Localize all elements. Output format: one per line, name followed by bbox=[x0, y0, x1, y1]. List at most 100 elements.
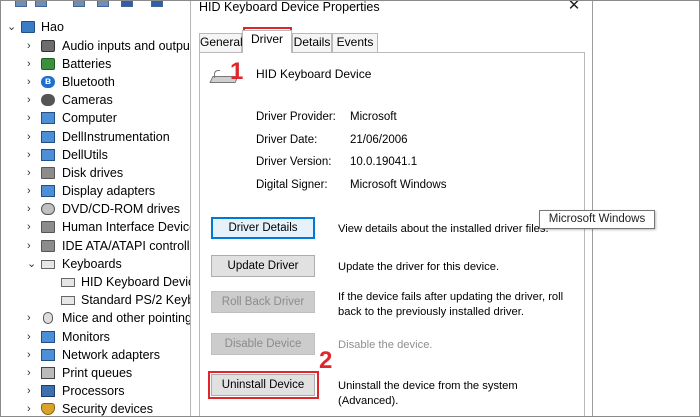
tree-item-print-queues[interactable]: › Print queues bbox=[1, 364, 190, 382]
device-tree: ⌄ Hao › Audio inputs and outputs › Batte… bbox=[0, 0, 190, 417]
speaker-icon bbox=[41, 40, 55, 52]
driver-date-value: 21/06/2006 bbox=[350, 134, 408, 146]
tab-driver[interactable]: Driver bbox=[242, 30, 292, 53]
dialog-titlebar[interactable]: HID Keyboard Device Properties ✕ bbox=[191, 0, 592, 17]
toolbar-icon[interactable] bbox=[151, 1, 163, 7]
driver-provider-label: Driver Provider: bbox=[256, 111, 336, 123]
tree-item-dellinstrumentation[interactable]: › DellInstrumentation bbox=[1, 128, 190, 146]
computer-icon bbox=[41, 112, 55, 124]
tree-item-dvd[interactable]: › DVD/CD-ROM drives bbox=[1, 200, 190, 218]
processor-icon bbox=[41, 385, 55, 397]
chevron-right-icon[interactable]: › bbox=[27, 220, 37, 234]
roll-back-driver-button[interactable]: Roll Back Driver bbox=[211, 291, 315, 313]
chevron-right-icon[interactable]: › bbox=[27, 366, 37, 380]
tab-events[interactable]: Events bbox=[332, 33, 378, 52]
tree-item-audio[interactable]: › Audio inputs and outputs bbox=[1, 37, 190, 55]
tree-item-hid-keyboard[interactable]: HID Keyboard Device bbox=[1, 273, 190, 291]
chevron-right-icon[interactable]: › bbox=[27, 402, 37, 416]
tree-item-keyboards[interactable]: ⌄ Keyboards bbox=[1, 255, 190, 273]
device-name: HID Keyboard Device bbox=[256, 67, 372, 81]
keyboard-icon bbox=[61, 296, 75, 305]
dvd-icon bbox=[41, 203, 55, 215]
chevron-right-icon[interactable]: › bbox=[27, 166, 37, 180]
tree-item-display-adapters[interactable]: › Display adapters bbox=[1, 182, 190, 200]
step-number-1: 1 bbox=[230, 58, 244, 85]
toolbar-strip bbox=[1, 1, 190, 11]
chevron-down-icon[interactable]: ⌄ bbox=[27, 257, 37, 271]
chevron-right-icon[interactable]: › bbox=[27, 384, 37, 398]
disable-device-button[interactable]: Disable Device bbox=[211, 333, 315, 355]
mouse-icon bbox=[43, 312, 53, 324]
chevron-right-icon[interactable]: › bbox=[27, 330, 37, 344]
computer-icon bbox=[21, 21, 35, 33]
driver-version-value: 10.0.19041.1 bbox=[350, 156, 418, 168]
toolbar-icon[interactable] bbox=[97, 1, 109, 7]
monitor-icon bbox=[41, 131, 55, 143]
tab-details[interactable]: Details bbox=[292, 33, 332, 52]
ide-icon bbox=[41, 240, 55, 252]
chevron-right-icon[interactable]: › bbox=[27, 93, 37, 107]
hid-icon bbox=[41, 221, 55, 233]
keyboard-icon bbox=[61, 278, 75, 287]
driver-details-button[interactable]: Driver Details bbox=[211, 217, 315, 239]
tree-item-disk-drives[interactable]: › Disk drives bbox=[1, 164, 190, 182]
tab-general[interactable]: General bbox=[199, 33, 243, 52]
toolbar-icon[interactable] bbox=[121, 1, 133, 7]
tree-item-processors[interactable]: › Processors bbox=[1, 382, 190, 400]
disk-icon bbox=[41, 167, 55, 179]
monitor-icon bbox=[41, 331, 55, 343]
chevron-right-icon[interactable]: › bbox=[27, 111, 37, 125]
update-driver-desc: Update the driver for this device. bbox=[338, 261, 500, 273]
security-icon bbox=[41, 403, 55, 415]
digital-signer-label: Digital Signer: bbox=[256, 179, 328, 191]
battery-icon bbox=[41, 58, 55, 70]
uninstall-device-desc: Uninstall the device from the system (Ad… bbox=[338, 380, 518, 407]
tree-item-security[interactable]: › Security devices bbox=[1, 400, 190, 416]
chevron-right-icon[interactable]: › bbox=[27, 239, 37, 253]
chevron-right-icon[interactable]: › bbox=[27, 130, 37, 144]
chevron-right-icon[interactable]: › bbox=[27, 148, 37, 162]
tree-item-dellutils[interactable]: › DellUtils bbox=[1, 146, 190, 164]
properties-dialog: HID Keyboard Device Properties ✕ General… bbox=[190, 0, 593, 417]
display-adapter-icon bbox=[41, 185, 55, 197]
tree-item-ide[interactable]: › IDE ATA/ATAPI controllers bbox=[1, 237, 190, 255]
tree-item-network[interactable]: › Network adapters bbox=[1, 346, 190, 364]
chevron-right-icon[interactable]: › bbox=[27, 348, 37, 362]
driver-date-label: Driver Date: bbox=[256, 134, 318, 146]
camera-icon bbox=[41, 94, 55, 106]
chevron-right-icon[interactable]: › bbox=[27, 202, 37, 216]
tree-item-cameras[interactable]: › Cameras bbox=[1, 91, 190, 109]
toolbar-icon[interactable] bbox=[35, 1, 47, 7]
driver-version-label: Driver Version: bbox=[256, 156, 332, 168]
tree-item-mice[interactable]: › Mice and other pointing devices bbox=[1, 309, 190, 327]
uninstall-device-button[interactable]: Uninstall Device bbox=[211, 374, 315, 396]
dialog-title: HID Keyboard Device Properties bbox=[199, 0, 380, 14]
chevron-right-icon[interactable]: › bbox=[27, 39, 37, 53]
tooltip: Microsoft Windows bbox=[539, 210, 655, 229]
chevron-right-icon[interactable]: › bbox=[27, 75, 37, 89]
bluetooth-icon: ʙ bbox=[41, 76, 55, 88]
chevron-right-icon[interactable]: › bbox=[27, 184, 37, 198]
tree-item-ps2-keyboard[interactable]: Standard PS/2 Keyboard bbox=[1, 291, 190, 309]
digital-signer-value: Microsoft Windows bbox=[350, 179, 447, 191]
tree-root[interactable]: ⌄ Hao bbox=[1, 18, 190, 36]
chevron-down-icon[interactable]: ⌄ bbox=[7, 20, 17, 34]
tree-item-hid[interactable]: › Human Interface Devices bbox=[1, 218, 190, 236]
roll-back-driver-desc: If the device fails after updating the d… bbox=[338, 291, 564, 318]
tree-item-batteries[interactable]: › Batteries bbox=[1, 55, 190, 73]
chevron-right-icon[interactable]: › bbox=[27, 57, 37, 71]
keyboard-icon bbox=[41, 260, 55, 269]
chevron-right-icon[interactable]: › bbox=[27, 311, 37, 325]
driver-provider-value: Microsoft bbox=[350, 111, 397, 123]
step-number-2: 2 bbox=[319, 347, 333, 374]
monitor-icon bbox=[41, 149, 55, 161]
tree-item-computer[interactable]: › Computer bbox=[1, 109, 190, 127]
tab-strip: General Driver Details Events bbox=[199, 30, 584, 53]
update-driver-button[interactable]: Update Driver bbox=[211, 255, 315, 277]
network-icon bbox=[41, 349, 55, 361]
toolbar-icon[interactable] bbox=[15, 1, 27, 7]
tree-item-monitors[interactable]: › Monitors bbox=[1, 328, 190, 346]
toolbar-icon[interactable] bbox=[73, 1, 85, 7]
close-icon[interactable]: ✕ bbox=[566, 0, 582, 14]
tree-item-bluetooth[interactable]: › ʙ Bluetooth bbox=[1, 73, 190, 91]
